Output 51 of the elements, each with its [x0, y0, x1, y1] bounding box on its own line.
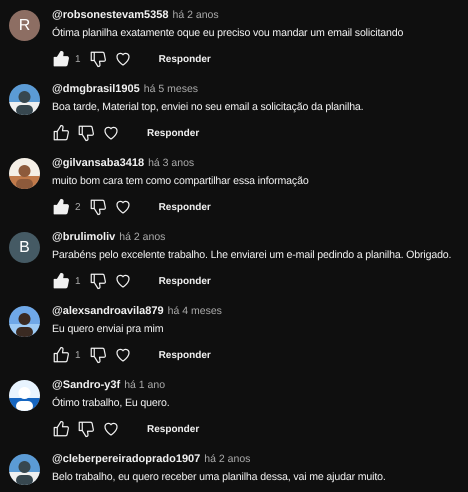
comment-text: muito bom cara tem como compartilhar essa informação: [52, 175, 309, 187]
comment-text: Eu quero enviai pra mim: [52, 323, 164, 335]
comment-time: há 1 ano: [124, 379, 166, 391]
comment-time: há 2 anos: [119, 231, 166, 243]
comment-text: Ótima planilha exatamente oque eu preciso vou mandar um email solicitando: [52, 27, 404, 39]
reply-button[interactable]: Responder: [139, 420, 208, 438]
heart-button[interactable]: [114, 346, 132, 364]
comment-time: há 2 anos: [204, 453, 250, 465]
comment-text: Boa tarde, Material top, enviei no seu email a solicitação da planilha.: [52, 101, 364, 113]
comment-text: Belo trabalho, eu quero receber uma planilha dessa, vai me ajudar muito.: [52, 471, 386, 483]
heart-button[interactable]: [114, 198, 132, 216]
dislike-button[interactable]: [77, 420, 95, 438]
avatar: B: [9, 232, 40, 263]
comment-time: há 4 meses: [168, 305, 222, 317]
like-button[interactable]: [52, 272, 70, 290]
comment-author[interactable]: @dmgbrasil1905: [52, 83, 140, 95]
comment-author[interactable]: @gilvansaba3418: [52, 157, 144, 169]
comment-author[interactable]: @robsonestevam5358: [52, 9, 169, 21]
comment-time: há 2 anos: [172, 9, 219, 21]
reply-button[interactable]: Responder: [139, 124, 208, 142]
comment-author[interactable]: @cleberpereiradoprado1907: [52, 453, 200, 465]
comment-author[interactable]: @brulimoliv: [52, 231, 116, 243]
like-count: 1: [75, 350, 81, 360]
reply-button[interactable]: Responder: [150, 346, 219, 364]
dislike-button[interactable]: [77, 124, 95, 142]
reply-button[interactable]: Responder: [150, 50, 219, 68]
reply-button[interactable]: Responder: [150, 198, 219, 216]
like-count: 2: [75, 202, 81, 212]
like-button[interactable]: [52, 420, 70, 438]
comment-text: Ótimo trabalho, Eu quero.: [52, 397, 171, 409]
dislike-button[interactable]: [88, 198, 107, 216]
like-button[interactable]: [52, 346, 70, 364]
heart-button[interactable]: [102, 124, 120, 142]
reply-button[interactable]: Responder: [150, 272, 219, 290]
like-count: 1: [75, 276, 81, 286]
heart-button[interactable]: [114, 272, 132, 290]
like-count: 1: [75, 54, 81, 64]
dislike-button[interactable]: [88, 272, 107, 290]
heart-button[interactable]: [114, 50, 132, 68]
dislike-button[interactable]: [88, 346, 107, 364]
comment-time: há 3 anos: [148, 157, 194, 169]
comment-text: Parabéns pelo excelente trabalho. Lhe enviarei um e-mail pedindo a planilha. Obrigado.: [52, 249, 452, 261]
like-button[interactable]: [52, 124, 70, 142]
comment-time: há 5 meses: [144, 83, 198, 95]
like-button[interactable]: [52, 198, 70, 216]
comment-author[interactable]: @Sandro-y3f: [52, 379, 120, 391]
heart-button[interactable]: [102, 420, 120, 438]
dislike-button[interactable]: [88, 50, 107, 68]
avatar: R: [9, 10, 40, 41]
comment-author[interactable]: @alexsandroavila879: [52, 305, 164, 317]
like-button[interactable]: [52, 50, 70, 68]
